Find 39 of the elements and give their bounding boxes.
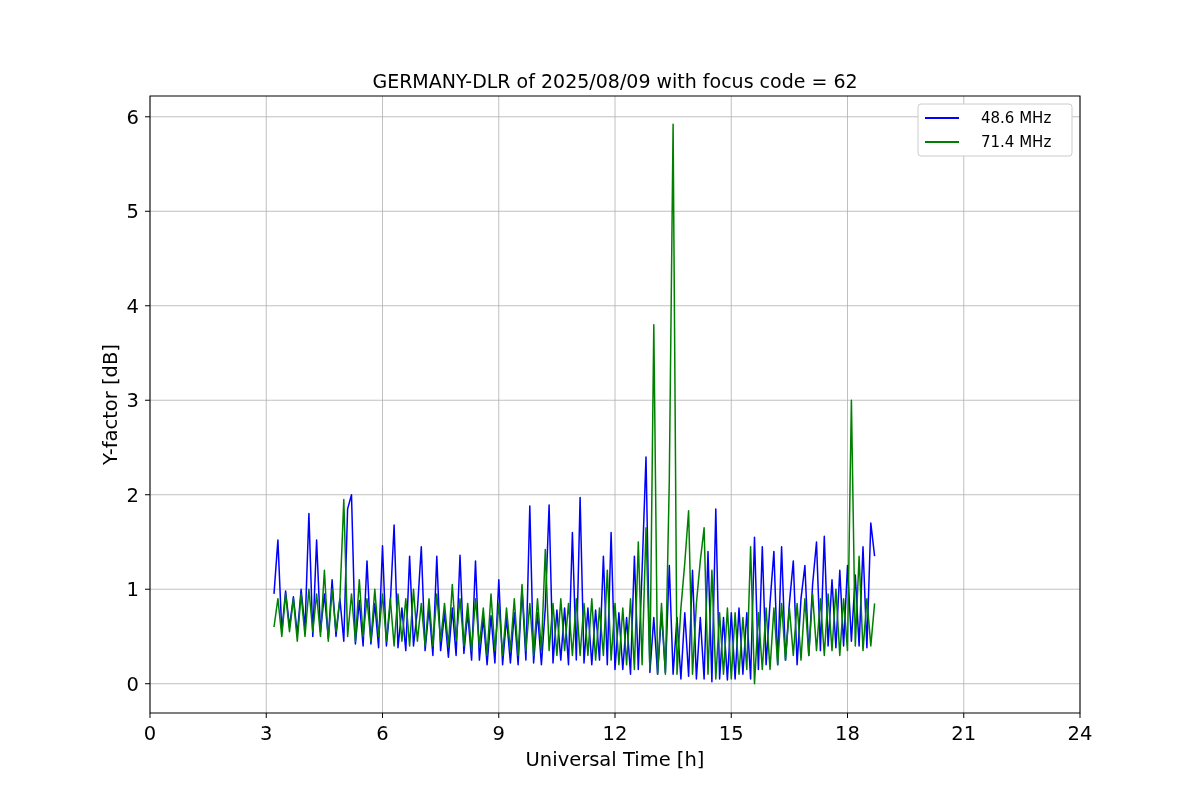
x-tick-label: 3 xyxy=(260,722,273,745)
y-axis-label: Y-factor [dB] xyxy=(99,344,122,465)
x-tick-label: 15 xyxy=(718,722,744,745)
y-tick-label: 2 xyxy=(126,483,139,507)
tick-mark xyxy=(144,588,151,590)
y-tick-label: 1 xyxy=(126,578,139,602)
tick-mark xyxy=(144,305,151,307)
x-axis-label: Universal Time [h] xyxy=(525,748,705,771)
x-tick-label: 24 xyxy=(1067,722,1093,745)
legend-line-sample xyxy=(924,141,960,143)
tick-mark xyxy=(382,712,383,719)
legend-line-sample xyxy=(924,117,960,119)
tick-mark xyxy=(730,712,732,719)
legend-label: 48.6 MHz xyxy=(981,109,1052,127)
tick-mark xyxy=(149,712,151,719)
tick-mark xyxy=(144,210,151,212)
tick-mark xyxy=(144,399,151,401)
x-tick-label: 12 xyxy=(602,722,628,745)
x-tick-label: 6 xyxy=(376,722,389,745)
tick-mark xyxy=(847,712,848,719)
chart-title: GERMANY-DLR of 2025/08/09 with focus code = 62 xyxy=(372,70,858,92)
y-tick-label: 5 xyxy=(126,200,139,224)
tick-mark xyxy=(144,494,151,496)
x-tick-label: 21 xyxy=(951,722,977,745)
tick-mark xyxy=(144,683,151,685)
y-tick-label: 6 xyxy=(126,105,139,129)
x-tick-label: 0 xyxy=(143,722,157,745)
tick-mark xyxy=(1079,712,1081,719)
x-tick-label: 9 xyxy=(492,722,505,745)
y-tick-label: 0 xyxy=(126,672,139,696)
tick-mark xyxy=(265,712,267,719)
tick-mark xyxy=(963,712,965,719)
tick-mark xyxy=(614,712,616,719)
x-tick-label: 18 xyxy=(835,722,860,745)
tick-mark xyxy=(144,116,151,118)
y-tick-label: 4 xyxy=(126,294,139,318)
tick-mark xyxy=(498,712,500,719)
y-tick-label: 3 xyxy=(126,389,139,413)
legend-label: 71.4 MHz xyxy=(981,133,1052,151)
